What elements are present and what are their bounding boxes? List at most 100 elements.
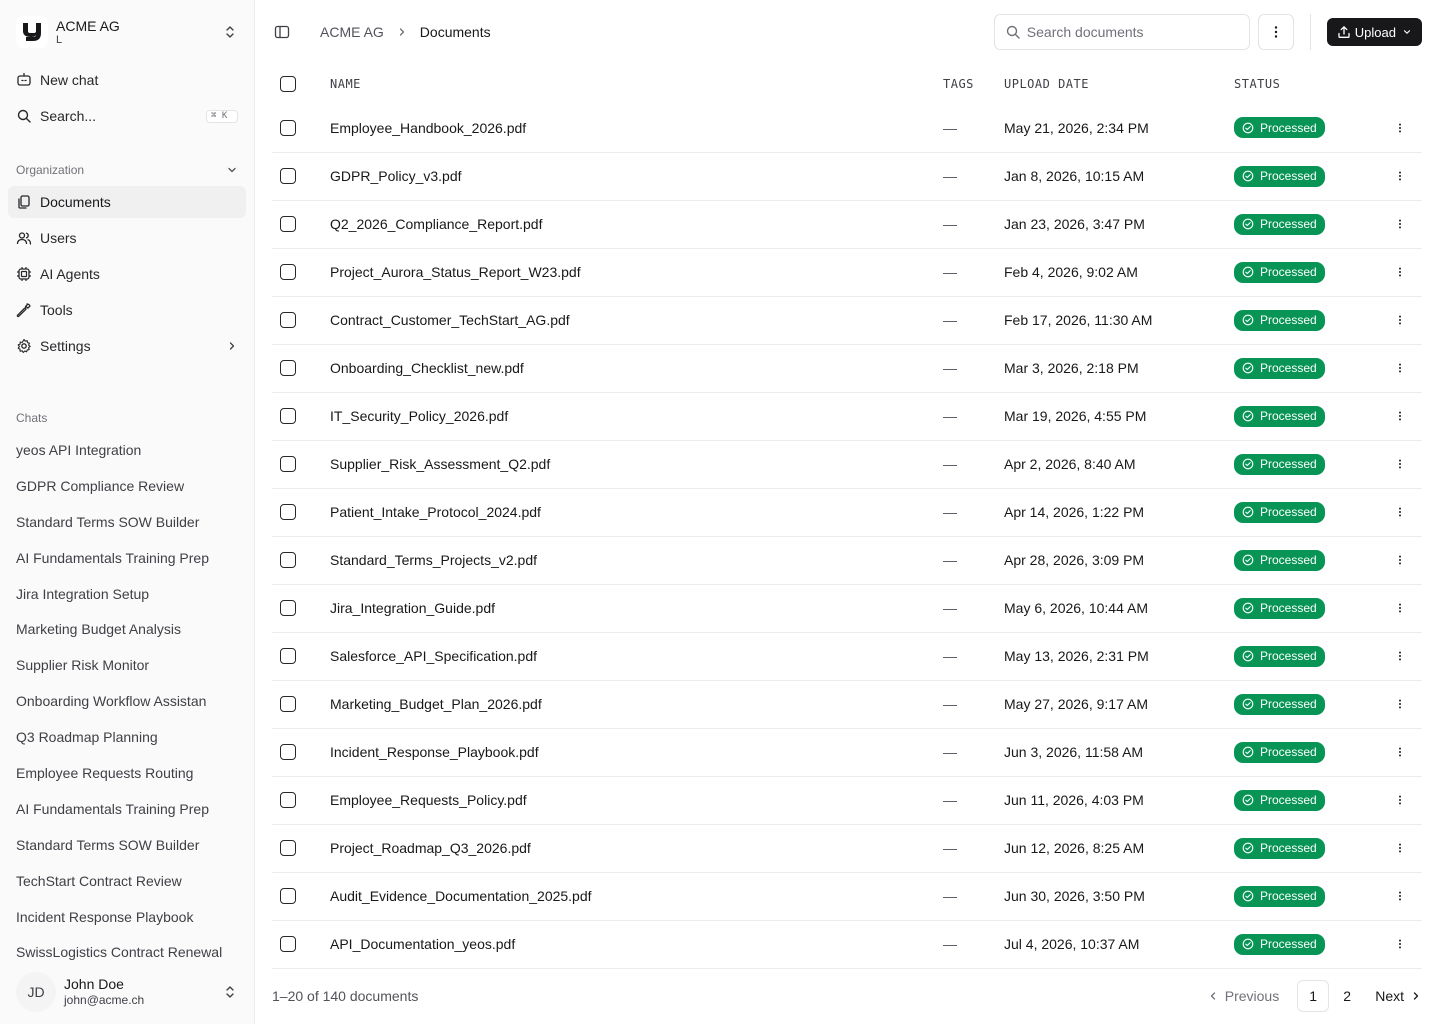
row-actions-button[interactable] <box>1394 313 1422 327</box>
search-button[interactable]: Search... ⌘ K <box>8 100 246 132</box>
document-name[interactable]: Patient_Intake_Protocol_2024.pdf <box>330 488 943 537</box>
column-header-name[interactable]: NAME <box>330 64 943 104</box>
row-checkbox[interactable] <box>280 504 296 520</box>
document-name[interactable]: GDPR_Policy_v3.pdf <box>330 152 943 201</box>
chat-item[interactable]: Marketing Budget Analysis <box>8 611 246 647</box>
row-checkbox[interactable] <box>280 744 296 760</box>
document-name[interactable]: Project_Aurora_Status_Report_W23.pdf <box>330 248 943 297</box>
row-checkbox[interactable] <box>280 696 296 712</box>
table-row[interactable]: Employee_Requests_Policy.pdf — Jun 11, 202… <box>272 776 1422 825</box>
document-name[interactable]: Audit_Evidence_Documentation_2025.pdf <box>330 872 943 921</box>
chat-item[interactable]: TechStart Contract Review <box>8 863 246 899</box>
row-actions-button[interactable] <box>1394 169 1422 183</box>
chat-item[interactable]: GDPR Compliance Review <box>8 468 246 504</box>
table-row[interactable]: Jira_Integration_Guide.pdf — May 6, 2026, … <box>272 584 1422 633</box>
document-name[interactable]: Employee_Handbook_2026.pdf <box>330 104 943 153</box>
sidebar-item-tools[interactable]: Tools <box>8 294 246 326</box>
row-checkbox[interactable] <box>280 312 296 328</box>
row-actions-button[interactable] <box>1394 841 1422 855</box>
chat-item[interactable]: Jira Integration Setup <box>8 576 246 612</box>
table-row[interactable]: Employee_Handbook_2026.pdf — May 21, 2026,… <box>272 104 1422 153</box>
row-checkbox[interactable] <box>280 456 296 472</box>
page-button-2[interactable]: 2 <box>1331 980 1363 1012</box>
row-actions-button[interactable] <box>1394 409 1422 423</box>
row-checkbox[interactable] <box>280 648 296 664</box>
chat-item[interactable]: Employee Requests Routing <box>8 755 246 791</box>
row-checkbox[interactable] <box>280 119 296 136</box>
organization-section-toggle[interactable]: Organization <box>8 154 246 186</box>
chat-item[interactable]: Standard Terms SOW Builder <box>8 504 246 540</box>
row-actions-button[interactable] <box>1394 601 1422 615</box>
document-name[interactable]: Marketing_Budget_Plan_2026.pdf <box>330 680 943 729</box>
toggle-sidebar-button[interactable] <box>272 22 292 42</box>
chat-item[interactable]: Supplier Risk Monitor <box>8 647 246 683</box>
sidebar-item-documents[interactable]: Documents <box>8 186 246 218</box>
column-header-tags[interactable]: TAGS <box>943 64 1004 104</box>
row-checkbox[interactable] <box>280 552 296 568</box>
column-header-status[interactable]: STATUS <box>1234 64 1394 104</box>
row-actions-button[interactable] <box>1394 505 1422 519</box>
breadcrumb-root[interactable]: ACME AG <box>320 24 384 40</box>
chat-item[interactable]: Onboarding Workflow Assistan <box>8 683 246 719</box>
row-checkbox[interactable] <box>280 936 296 952</box>
table-row[interactable]: Patient_Intake_Protocol_2024.pdf — Apr 14,… <box>272 488 1422 537</box>
document-name[interactable]: Onboarding_Checklist_new.pdf <box>330 344 943 393</box>
table-row[interactable]: Salesforce_API_Specification.pdf — May 13,… <box>272 632 1422 681</box>
table-row[interactable]: API_Documentation_yeos.pdf — Jul 4, 2026, … <box>272 920 1422 969</box>
row-actions-button[interactable] <box>1394 697 1422 711</box>
chat-item[interactable]: Standard Terms SOW Builder <box>8 827 246 863</box>
row-checkbox[interactable] <box>280 840 296 856</box>
table-row[interactable]: Incident_Response_Playbook.pdf — Jun 3, 20… <box>272 728 1422 777</box>
table-row[interactable]: Audit_Evidence_Documentation_2025.pdf — Ju… <box>272 872 1422 921</box>
document-name[interactable]: Contract_Customer_TechStart_AG.pdf <box>330 296 943 345</box>
sidebar-item-settings[interactable]: Settings <box>8 330 246 362</box>
chat-item[interactable]: Q3 Roadmap Planning <box>8 719 246 755</box>
document-name[interactable]: Q2_2026_Compliance_Report.pdf <box>330 200 943 249</box>
table-row[interactable]: Supplier_Risk_Assessment_Q2.pdf — Apr 2, 2… <box>272 440 1422 489</box>
sidebar-item-ai-agents[interactable]: AI Agents <box>8 258 246 290</box>
row-checkbox[interactable] <box>280 264 296 280</box>
search-input[interactable] <box>1026 24 1227 40</box>
document-name[interactable]: Jira_Integration_Guide.pdf <box>330 584 943 633</box>
page-button-1[interactable]: 1 <box>1297 980 1330 1012</box>
next-page-button[interactable]: Next <box>1375 988 1422 1004</box>
new-chat-button[interactable]: New chat <box>8 64 246 96</box>
row-actions-button[interactable] <box>1394 793 1422 807</box>
row-actions-button[interactable] <box>1394 649 1422 663</box>
row-checkbox[interactable] <box>280 168 296 184</box>
document-name[interactable]: API_Documentation_yeos.pdf <box>330 920 943 969</box>
row-actions-button[interactable] <box>1394 889 1422 903</box>
select-all-checkbox[interactable] <box>280 76 296 92</box>
document-name[interactable]: Project_Roadmap_Q3_2026.pdf <box>330 824 943 873</box>
table-row[interactable]: Contract_Customer_TechStart_AG.pdf — Feb 1… <box>272 296 1422 345</box>
row-checkbox[interactable] <box>280 600 296 616</box>
table-row[interactable]: Project_Aurora_Status_Report_W23.pdf — Feb… <box>272 248 1422 297</box>
upload-button[interactable]: Upload <box>1326 18 1422 46</box>
table-row[interactable]: Marketing_Budget_Plan_2026.pdf — May 27, 2… <box>272 680 1422 729</box>
document-name[interactable]: Standard_Terms_Projects_v2.pdf <box>330 536 943 585</box>
row-actions-button[interactable] <box>1394 457 1422 471</box>
row-checkbox[interactable] <box>280 888 296 904</box>
document-name[interactable]: Employee_Requests_Policy.pdf <box>330 776 943 825</box>
user-menu[interactable]: JD John Doe john@acme.ch <box>8 968 246 1016</box>
row-actions-button[interactable] <box>1394 745 1422 759</box>
row-actions-button[interactable] <box>1394 121 1422 135</box>
row-actions-button[interactable] <box>1394 217 1422 231</box>
document-name[interactable]: Supplier_Risk_Assessment_Q2.pdf <box>330 440 943 489</box>
row-checkbox[interactable] <box>280 360 296 376</box>
row-actions-button[interactable] <box>1394 265 1422 279</box>
table-row[interactable]: Standard_Terms_Projects_v2.pdf — Apr 28, 2… <box>272 536 1422 585</box>
sidebar-item-users[interactable]: Users <box>8 222 246 254</box>
table-row[interactable]: Onboarding_Checklist_new.pdf — Mar 3, 2026… <box>272 344 1422 393</box>
row-checkbox[interactable] <box>280 792 296 808</box>
row-actions-button[interactable] <box>1394 937 1422 951</box>
chat-item[interactable]: AI Fundamentals Training Prep <box>8 791 246 827</box>
chat-item[interactable]: AI Fundamentals Training Prep <box>8 540 246 576</box>
table-row[interactable]: Project_Roadmap_Q3_2026.pdf — Jun 12, 2026… <box>272 824 1422 873</box>
chat-item[interactable]: SwissLogistics Contract Renewal <box>8 934 246 970</box>
table-row[interactable]: Q2_2026_Compliance_Report.pdf — Jan 23, 20… <box>272 200 1422 249</box>
chat-item[interactable]: yeos API Integration <box>8 432 246 468</box>
row-checkbox[interactable] <box>280 216 296 232</box>
row-checkbox[interactable] <box>280 408 296 424</box>
table-row[interactable]: GDPR_Policy_v3.pdf — Jan 8, 2026, 10:15 AM… <box>272 152 1422 201</box>
